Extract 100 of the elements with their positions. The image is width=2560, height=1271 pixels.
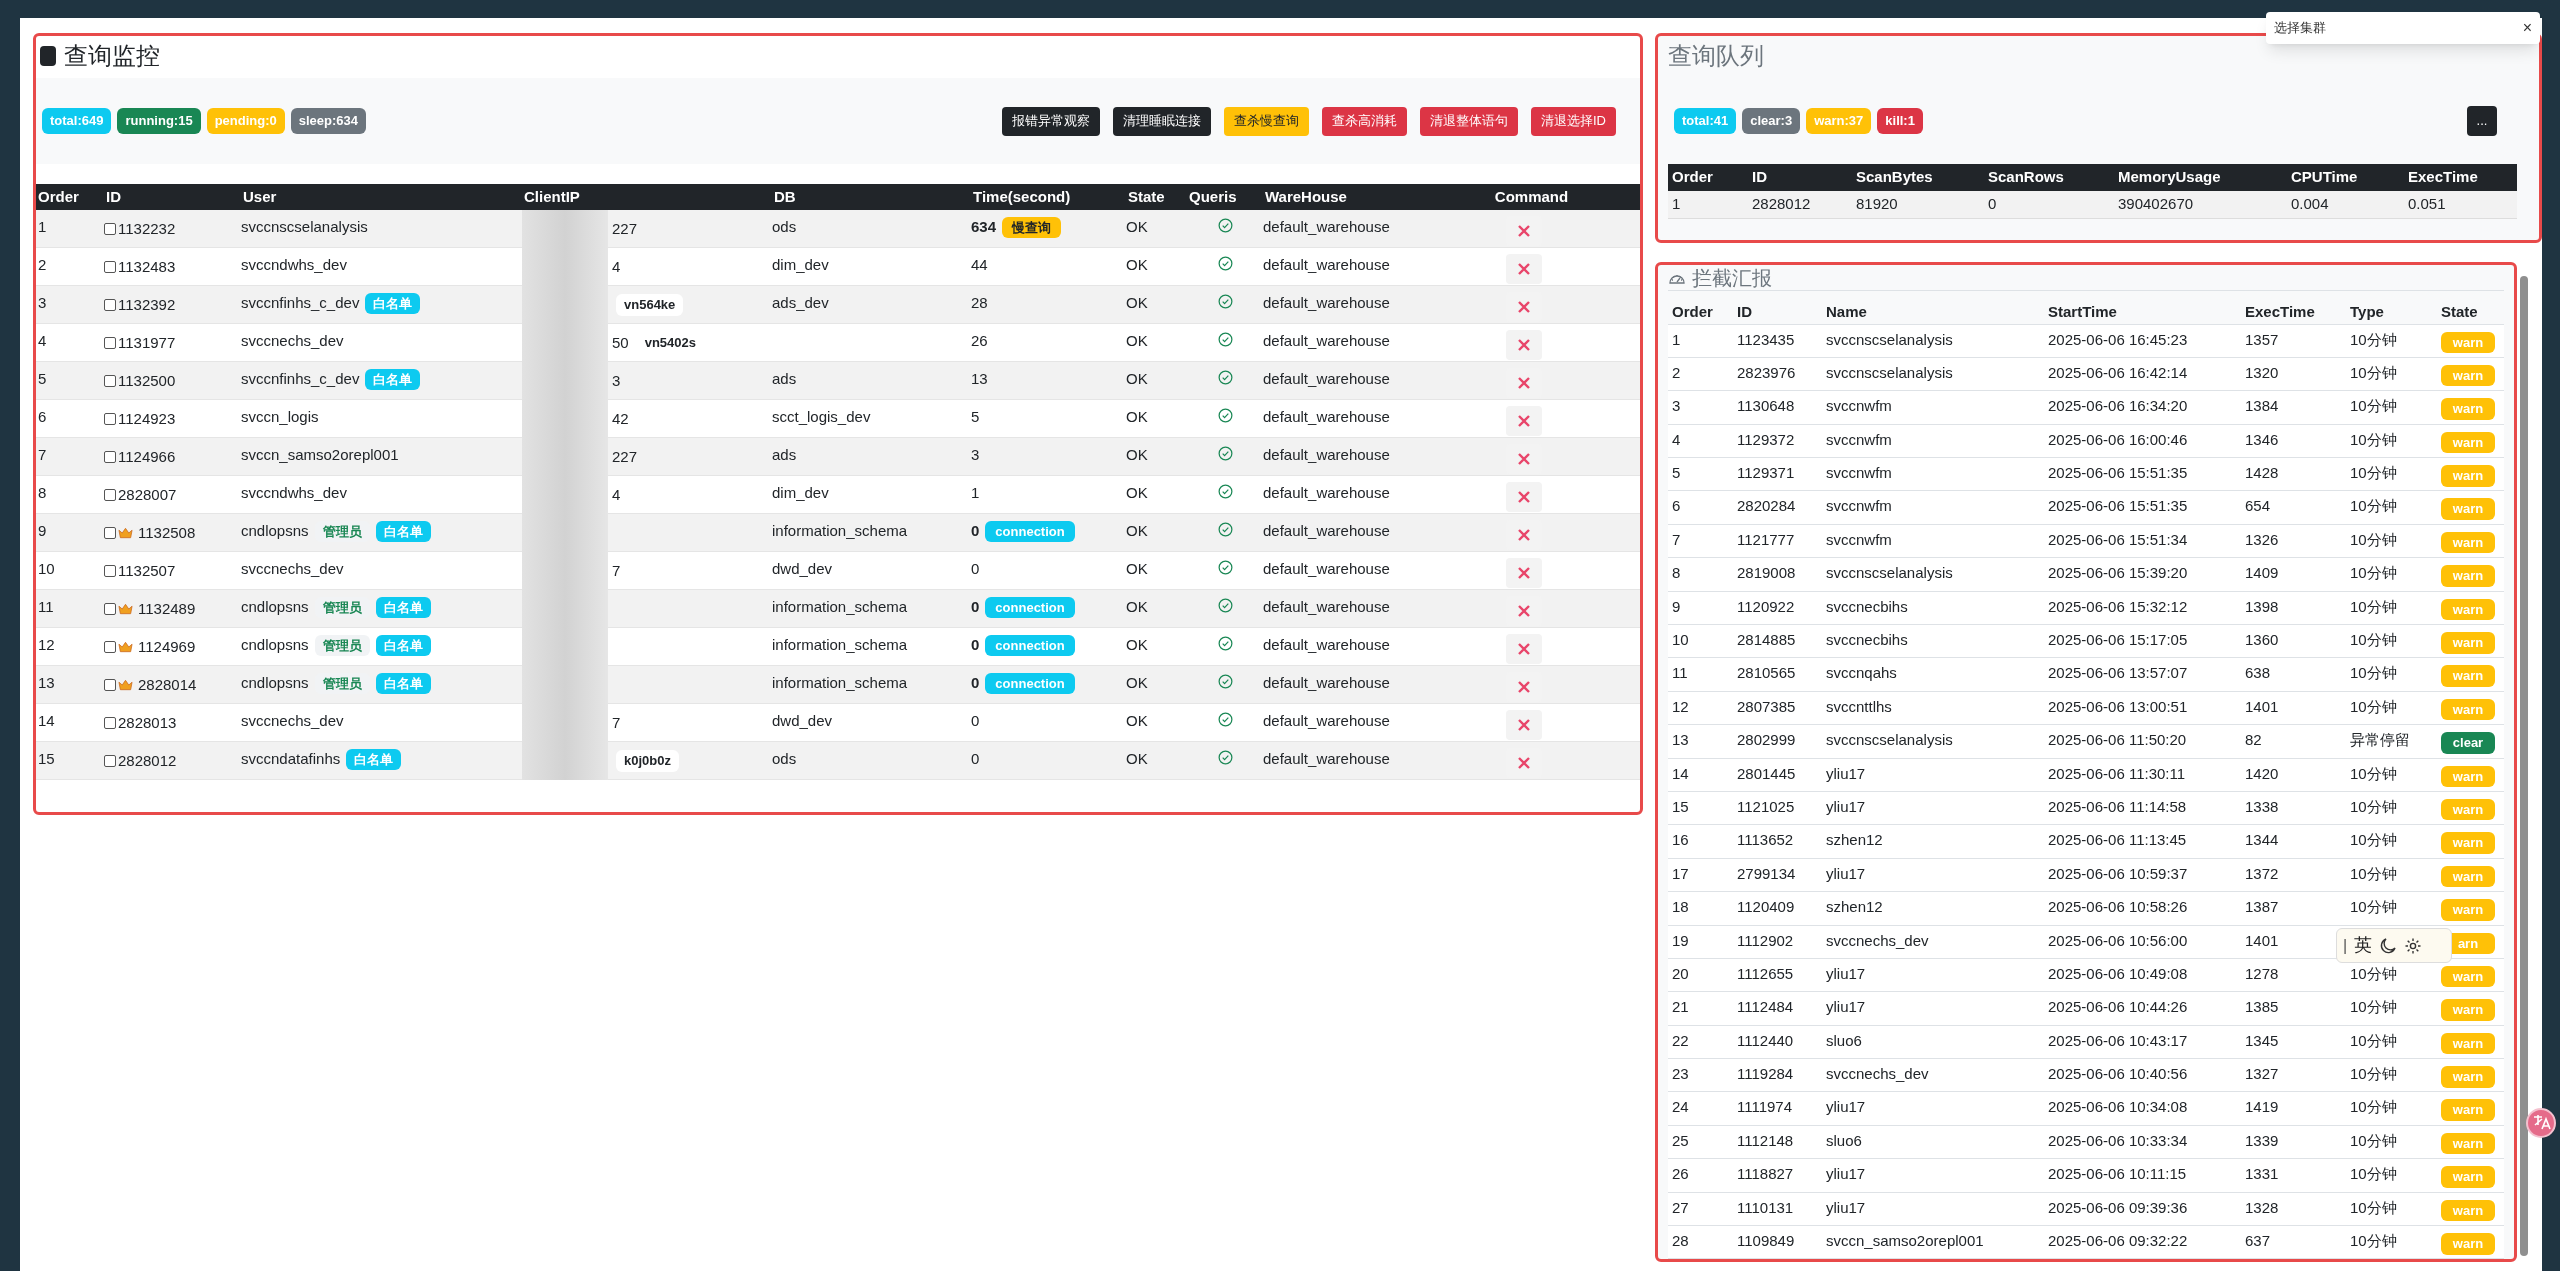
table-cell-text: 2828007 — [118, 485, 177, 505]
action-button[interactable]: 报错异常观察 — [1002, 106, 1100, 136]
check-circle-icon — [1217, 446, 1233, 461]
language-toggle[interactable]: 英 — [2354, 932, 2373, 959]
row-checkbox[interactable] — [104, 337, 116, 350]
state-badge: warn — [2441, 1132, 2495, 1155]
table-cell: sluo6 — [1826, 1031, 1862, 1049]
table-cell-text: OK — [1126, 521, 1149, 541]
table-cell: 2814885 — [1737, 631, 1796, 648]
row-checkbox[interactable] — [104, 261, 116, 274]
table-cell-text: OK — [1126, 369, 1149, 389]
table-cell-text: 227 — [612, 446, 638, 467]
table-cell: 10分钟 — [2350, 1031, 2397, 1049]
table-cell-text: 81920 — [1856, 194, 1899, 215]
table-cell: 2799134 — [1737, 864, 1796, 882]
table-cell: 10分钟 — [2350, 464, 2397, 482]
table-cell: 2823976 — [1737, 363, 1796, 381]
drag-handle[interactable]: | — [2343, 933, 2348, 958]
table-cell: 1112440 — [1737, 1031, 1794, 1049]
table-cell-text: svccnscselanalysis — [241, 217, 368, 237]
kill-button[interactable] — [1505, 482, 1542, 512]
close-icon — [1517, 453, 1530, 465]
column-header: Type — [2350, 302, 2385, 322]
column-header: State — [2441, 302, 2479, 322]
row-checkbox[interactable] — [104, 527, 116, 540]
close-icon — [1517, 491, 1530, 503]
table-cell: yliu17 — [1826, 998, 1866, 1016]
table-cell: ads — [772, 446, 797, 463]
table-cell: 1401 — [2245, 697, 2279, 715]
kill-button[interactable] — [1505, 710, 1542, 740]
table-cell: 17 — [1672, 864, 1689, 882]
table-cell-text: default_warehouse — [1263, 369, 1391, 389]
table-cell: 2025-06-06 13:57:07 — [2048, 664, 2188, 682]
table-cell: 2025-06-06 10:40:56 — [2048, 1065, 2188, 1083]
table-cell: 1401 — [2245, 931, 2279, 949]
table-cell: dim_dev — [772, 484, 829, 501]
table-cell: 637 — [2245, 1232, 2271, 1250]
row-checkbox[interactable] — [104, 489, 116, 502]
check-circle-icon — [1217, 484, 1233, 499]
count-badge: kill:1 — [1877, 108, 1923, 134]
row-checkbox[interactable] — [104, 641, 116, 654]
table-cell: 2025-06-06 13:00:51 — [2048, 697, 2188, 715]
table-cell: yliu17 — [1826, 1165, 1866, 1183]
table-cell-text: 0.004 — [2291, 194, 2330, 215]
table-cell-text: default_warehouse — [1263, 521, 1391, 541]
table-cell-text: 28 — [971, 293, 988, 313]
kill-button[interactable] — [1505, 406, 1542, 436]
table-cell-text: 8 — [37, 483, 48, 503]
table-cell: svccnqahs — [1826, 664, 1897, 682]
table-cell: 1109849 — [1737, 1232, 1795, 1250]
close-button[interactable]: × — [2522, 16, 2532, 40]
user-tag: 白名单 — [375, 672, 431, 694]
table-cell-text: 2828012 — [1752, 194, 1812, 215]
translate-icon[interactable] — [2526, 1108, 2556, 1138]
kill-button[interactable] — [1505, 330, 1542, 360]
table-cell-text: default_warehouse — [1263, 217, 1391, 237]
action-button[interactable]: 清退整体语句 — [1420, 106, 1518, 136]
scrollbar[interactable] — [2520, 276, 2528, 1256]
row-checkbox[interactable] — [104, 223, 116, 236]
row-checkbox[interactable] — [104, 755, 116, 768]
row-checkbox[interactable] — [104, 451, 116, 464]
table-cell: yliu17 — [1826, 1098, 1866, 1116]
row-checkbox[interactable] — [104, 679, 116, 692]
action-button[interactable]: 清退选择ID — [1531, 106, 1616, 136]
table-cell: 20 — [1672, 964, 1689, 982]
table-cell-text: 42 — [612, 408, 629, 429]
state-badge: warn — [2441, 1066, 2495, 1088]
table-cell-text: 0.051 — [2408, 194, 2447, 215]
kill-button[interactable] — [1505, 254, 1542, 284]
table-cell: dwd_dev — [772, 560, 833, 577]
row-checkbox[interactable] — [104, 603, 116, 616]
kill-button[interactable] — [1505, 558, 1542, 588]
action-button[interactable]: 查杀高消耗 — [1322, 106, 1407, 136]
row-checkbox[interactable] — [104, 717, 116, 730]
table-cell: svccnwfm — [1826, 464, 1892, 482]
cluster-select-popup[interactable]: 选择集群 × — [2266, 12, 2540, 44]
moon-icon[interactable] — [2379, 936, 2398, 955]
row-checkbox[interactable] — [104, 375, 116, 388]
table-cell: 10分钟 — [2350, 1098, 2397, 1116]
table-cell-text: 1132508 — [137, 523, 196, 543]
table-cell: 2025-06-06 09:39:36 — [2048, 1198, 2188, 1216]
table-cell: 10分钟 — [2350, 597, 2397, 615]
table-cell: 1428 — [2245, 464, 2279, 482]
more-button[interactable]: ... — [2467, 106, 2497, 136]
action-button[interactable]: 清理睡眠连接 — [1113, 106, 1211, 136]
row-checkbox[interactable] — [104, 299, 116, 312]
row-checkbox[interactable] — [104, 565, 116, 578]
row-checkbox[interactable] — [104, 413, 116, 426]
close-icon — [1517, 529, 1530, 541]
table-cell-text: OK — [1126, 559, 1149, 579]
table-cell: 654 — [2245, 497, 2271, 515]
table-cell: 2025-06-06 16:00:46 — [2048, 430, 2188, 448]
kill-button[interactable] — [1505, 634, 1542, 664]
table-cell: svccnwfm — [1826, 497, 1892, 515]
table-cell-text: 0 — [971, 635, 980, 655]
action-button[interactable]: 查杀慢查询 — [1224, 106, 1309, 136]
state-badge: warn — [2441, 565, 2495, 587]
table-cell: 15 — [1672, 797, 1689, 815]
table-cell: 1346 — [2245, 430, 2279, 448]
column-header: ID — [1752, 167, 1768, 188]
